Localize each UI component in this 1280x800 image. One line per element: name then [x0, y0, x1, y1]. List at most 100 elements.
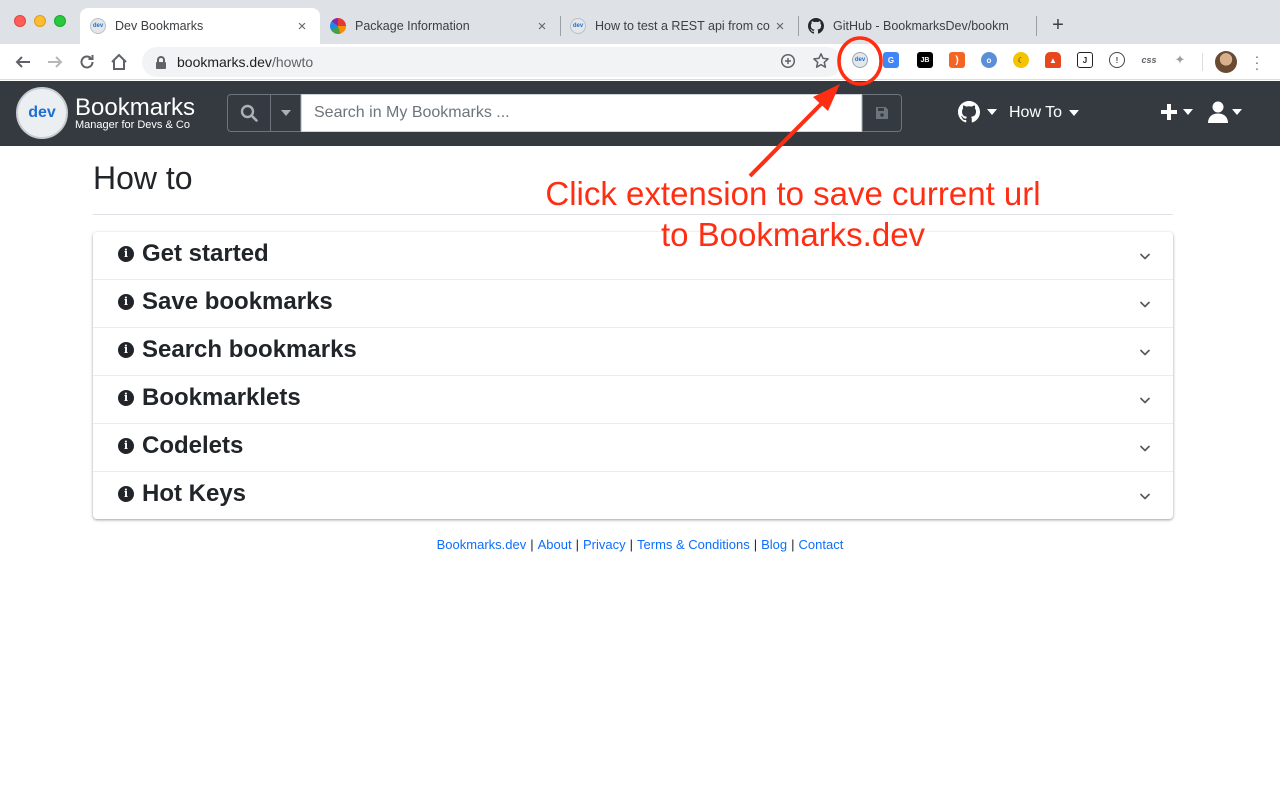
pin-icon[interactable]: ✦	[1172, 52, 1188, 68]
accordion-label: Search bookmarks	[142, 336, 357, 363]
info-circle-icon: i	[118, 486, 134, 502]
footer-link-privacy[interactable]: Privacy	[583, 537, 626, 552]
save-bookmark-button[interactable]	[862, 94, 902, 132]
browser-menu-icon[interactable]: · · ·	[1251, 49, 1263, 75]
info-circle-icon: i	[118, 294, 134, 310]
search-button[interactable]	[227, 94, 271, 132]
toolbar-divider	[1202, 53, 1203, 71]
footer-separator: |	[629, 537, 634, 552]
google-translate-icon[interactable]: G	[883, 52, 899, 68]
close-window-button[interactable]	[14, 15, 26, 27]
github-icon	[808, 18, 824, 34]
info-circle-icon: i	[118, 246, 134, 262]
fire-extension-icon[interactable]: ▲	[1045, 52, 1061, 68]
lock-icon	[156, 55, 166, 69]
site-navbar: dev Bookmarks Manager for Devs & Co How …	[0, 81, 1280, 146]
new-tab-button[interactable]: +	[1046, 14, 1070, 36]
site-footer: Bookmarks.dev | About | Privacy | Terms & Cond…	[0, 537, 1280, 552]
chevron-down-icon	[1139, 349, 1151, 356]
info-circle-icon: i	[118, 342, 134, 358]
accordion-item-save-bookmarks[interactable]: i Save bookmarks	[93, 280, 1173, 328]
footer-link-about[interactable]: About	[538, 537, 572, 552]
browser-toolbar: bookmarks.dev/howto dev G JB ) o ☾ ▲ J !…	[0, 44, 1280, 80]
footer-link-bookmarks-dev[interactable]: Bookmarks.dev	[437, 537, 527, 552]
footer-link-contact[interactable]: Contact	[799, 537, 844, 552]
rainbow-favicon-icon	[330, 18, 346, 34]
accordion-item-search-bookmarks[interactable]: i Search bookmarks	[93, 328, 1173, 376]
lightbulb-icon[interactable]: !	[1109, 52, 1125, 68]
zoom-window-button[interactable]	[54, 15, 66, 27]
annotation-line-1: Click extension to save current url	[545, 175, 1041, 212]
info-circle-icon: i	[118, 438, 134, 454]
caret-down-icon	[1183, 109, 1193, 115]
opera-icon[interactable]: o	[981, 52, 997, 68]
github-icon	[958, 101, 980, 123]
bookmark-star-icon[interactable]	[812, 52, 830, 74]
brand-title[interactable]: Bookmarks	[75, 95, 195, 121]
add-menu-dropdown[interactable]	[1159, 102, 1193, 122]
chevron-down-icon	[1139, 253, 1151, 260]
search-bar	[227, 94, 902, 132]
brand-subtitle: Manager for Devs & Co	[75, 119, 190, 131]
search-icon	[240, 104, 258, 122]
add-circle-icon[interactable]	[780, 53, 796, 73]
accordion-label: Bookmarklets	[142, 384, 301, 411]
bookmarks-dev-extension-icon[interactable]: dev	[852, 52, 868, 68]
how-to-label: How To	[1009, 104, 1063, 121]
jetbrains-icon[interactable]: JB	[917, 52, 933, 68]
address-bar[interactable]: bookmarks.dev/howto	[142, 47, 842, 77]
annotation-callout: Click extension to save current url to B…	[520, 173, 1066, 255]
reload-button[interactable]	[75, 50, 99, 74]
tab-title: How to test a REST api from co	[595, 19, 770, 33]
accordion-item-codelets[interactable]: i Codelets	[93, 424, 1173, 472]
tab-title: GitHub - BookmarksDev/bookm	[833, 19, 1009, 33]
accordion-label: Hot Keys	[142, 480, 247, 507]
tab-title: Dev Bookmarks	[115, 19, 204, 33]
close-tab-icon[interactable]: ×	[534, 18, 550, 35]
footer-link-terms[interactable]: Terms & Conditions	[637, 537, 750, 552]
footer-separator: |	[530, 537, 534, 552]
user-menu-dropdown[interactable]	[1208, 101, 1242, 123]
back-button[interactable]	[11, 50, 35, 74]
minimize-window-button[interactable]	[34, 15, 46, 27]
accordion-label: Save bookmarks	[142, 288, 333, 315]
page-title: How to	[93, 160, 193, 196]
home-button[interactable]	[107, 50, 131, 74]
home-icon	[111, 53, 127, 70]
close-tab-icon[interactable]: ×	[294, 18, 310, 35]
caret-down-icon	[1232, 109, 1242, 115]
search-options-dropdown[interactable]	[271, 94, 301, 132]
forward-button[interactable]	[43, 50, 67, 74]
close-tab-icon[interactable]: ×	[772, 18, 788, 35]
search-input[interactable]	[301, 94, 862, 132]
url-host: bookmarks.dev	[177, 54, 272, 70]
css-icon[interactable]: css	[1139, 52, 1159, 68]
user-icon	[1208, 101, 1228, 123]
github-dropdown[interactable]	[958, 101, 997, 123]
rss-icon[interactable]: )	[949, 52, 965, 68]
browser-tab-bar: dev Dev Bookmarks × Package Information …	[0, 0, 1280, 44]
caret-down-icon	[987, 109, 997, 115]
footer-link-blog[interactable]: Blog	[761, 537, 787, 552]
tab-package-information[interactable]: Package Information ×	[320, 8, 560, 44]
accordion-item-hot-keys[interactable]: i Hot Keys	[93, 472, 1173, 519]
plus-icon	[1161, 104, 1177, 120]
tab-rest-api[interactable]: dev How to test a REST api from co ×	[560, 8, 798, 44]
j-extension-icon[interactable]: J	[1077, 52, 1093, 68]
footer-separator: |	[575, 537, 579, 552]
night-mode-icon[interactable]: ☾	[1013, 52, 1029, 68]
brand-logo[interactable]: dev	[16, 87, 68, 139]
dev-bookmarks-favicon-icon: dev	[570, 18, 586, 34]
chevron-down-icon	[1139, 397, 1151, 404]
chevron-down-icon	[1139, 445, 1151, 452]
chevron-down-icon	[1139, 493, 1151, 500]
how-to-dropdown[interactable]: How To	[1009, 104, 1080, 122]
accordion-item-bookmarklets[interactable]: i Bookmarklets	[93, 376, 1173, 424]
profile-avatar[interactable]	[1215, 51, 1237, 73]
tab-dev-bookmarks[interactable]: dev Dev Bookmarks ×	[80, 8, 320, 44]
accordion-label: Get started	[142, 240, 269, 267]
caret-down-icon	[280, 110, 291, 116]
tab-github[interactable]: GitHub - BookmarksDev/bookm	[798, 8, 1036, 44]
footer-separator: |	[753, 537, 758, 552]
accordion-label: Codelets	[142, 432, 244, 459]
